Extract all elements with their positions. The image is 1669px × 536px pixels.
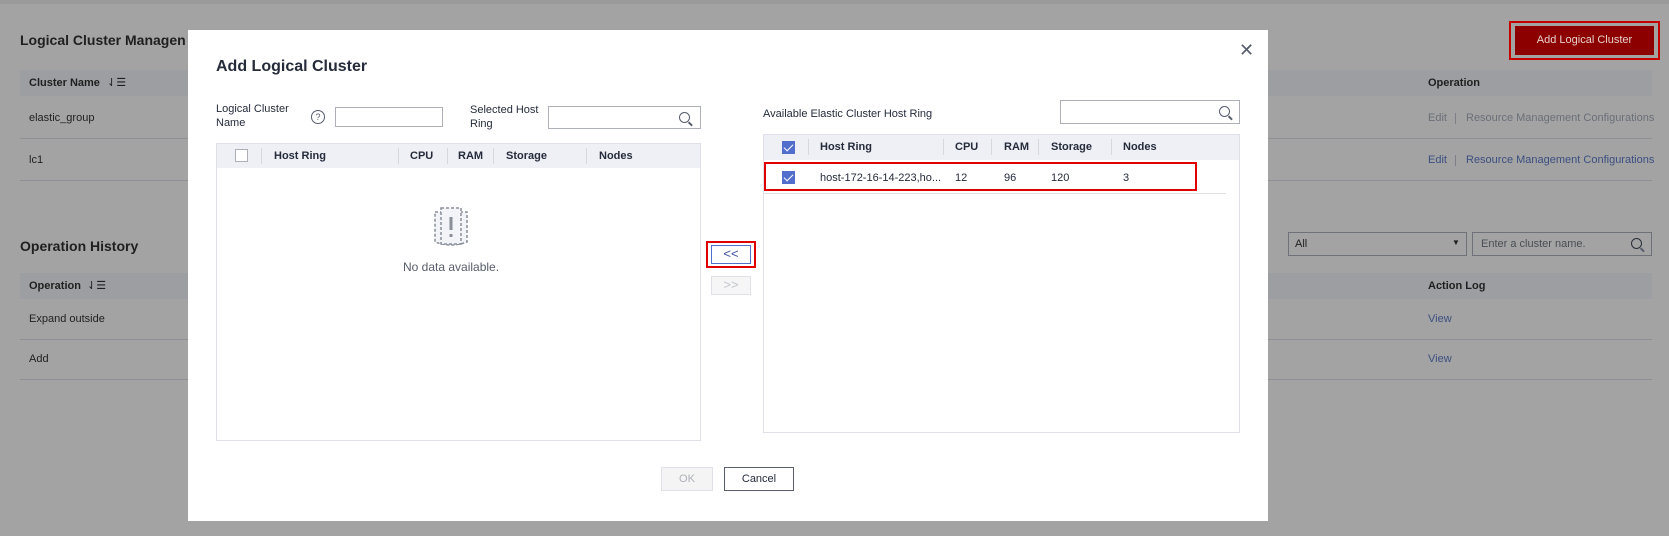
filter-select-value: All bbox=[1295, 238, 1308, 250]
add-logical-cluster-dialog: Add Logical Cluster ✕ Logical Cluster Na… bbox=[188, 30, 1268, 521]
ram-cell: 96 bbox=[1004, 172, 1017, 184]
sort-icon[interactable]: ⇃☰ bbox=[87, 279, 106, 292]
move-left-button[interactable]: << bbox=[711, 245, 751, 264]
operation-cell: Add bbox=[29, 353, 49, 365]
header-separator bbox=[808, 139, 809, 155]
view-link[interactable]: View bbox=[1428, 313, 1452, 325]
table-header: Host Ring CPU RAM Storage Nodes bbox=[217, 144, 700, 168]
search-icon[interactable] bbox=[679, 112, 690, 123]
col-operation: Operation bbox=[1428, 77, 1480, 89]
header-separator bbox=[447, 148, 448, 164]
cluster-name-search-input[interactable]: Enter a cluster name. bbox=[1472, 232, 1652, 256]
empty-state-text: No data available. bbox=[403, 260, 500, 274]
selected-host-ring-table: Host Ring CPU RAM Storage Nodes No data … bbox=[216, 143, 701, 441]
host-ring-cell: host-172-16-14-223,ho... bbox=[820, 172, 942, 184]
edit-link[interactable]: Edit bbox=[1428, 154, 1447, 166]
col-action-log: Action Log bbox=[1428, 280, 1486, 292]
dialog-title: Add Logical Cluster bbox=[216, 58, 368, 75]
header-separator bbox=[586, 148, 587, 164]
select-all-checkbox[interactable] bbox=[782, 141, 795, 154]
label-line: Logical Cluster bbox=[216, 103, 289, 115]
cluster-name-cell: lc1 bbox=[29, 154, 44, 166]
header-separator bbox=[493, 148, 494, 164]
col-nodes: Nodes bbox=[599, 150, 633, 162]
col-cpu: CPU bbox=[410, 150, 434, 162]
link-separator bbox=[1455, 113, 1456, 124]
cancel-button[interactable]: Cancel bbox=[724, 467, 794, 491]
col-ram: RAM bbox=[458, 150, 484, 162]
no-data-icon bbox=[434, 207, 468, 246]
header-separator bbox=[943, 139, 944, 155]
nodes-cell: 3 bbox=[1123, 172, 1130, 184]
sort-icon[interactable]: ⇃☰ bbox=[107, 76, 126, 89]
selected-host-ring-label: Selected Host Ring bbox=[470, 103, 538, 131]
label-line: Selected Host bbox=[470, 104, 539, 116]
header-separator bbox=[1038, 139, 1039, 155]
storage-cell: 120 bbox=[1051, 172, 1070, 184]
col-host-ring: Host Ring bbox=[820, 141, 872, 153]
logical-cluster-name-label: Logical Cluster Name bbox=[216, 102, 289, 130]
header-separator bbox=[398, 148, 399, 164]
section-title-logical-cluster: Logical Cluster Managen bbox=[20, 32, 186, 48]
label-line: Ring bbox=[470, 118, 493, 130]
available-host-ring-search-input[interactable] bbox=[1060, 100, 1240, 124]
link-separator bbox=[1455, 155, 1456, 166]
available-host-ring-table: Host Ring CPU RAM Storage Nodes host-172… bbox=[763, 134, 1240, 433]
available-host-ring-label: Available Elastic Cluster Host Ring bbox=[763, 108, 933, 120]
col-storage: Storage bbox=[1051, 141, 1092, 153]
selected-host-ring-search-input[interactable] bbox=[548, 106, 701, 129]
close-icon[interactable]: ✕ bbox=[1239, 41, 1254, 59]
col-storage: Storage bbox=[506, 150, 547, 162]
edit-link[interactable]: Edit bbox=[1428, 112, 1447, 124]
col-nodes: Nodes bbox=[1123, 141, 1157, 153]
table-header: Host Ring CPU RAM Storage Nodes bbox=[764, 135, 1239, 160]
col-cluster-name[interactable]: Cluster Name bbox=[29, 77, 100, 89]
col-cpu: CPU bbox=[955, 141, 979, 153]
ok-button[interactable]: OK bbox=[661, 467, 713, 491]
header-separator bbox=[1111, 139, 1112, 155]
resource-config-link[interactable]: Resource Management Configurations bbox=[1466, 112, 1654, 124]
operation-filter-select[interactable]: All ▼ bbox=[1288, 232, 1467, 256]
header-separator bbox=[261, 148, 262, 164]
cpu-cell: 12 bbox=[955, 172, 968, 184]
col-ram: RAM bbox=[1004, 141, 1030, 153]
top-bar bbox=[0, 0, 1669, 4]
move-right-button[interactable]: >> bbox=[711, 276, 751, 295]
search-icon[interactable] bbox=[1631, 238, 1642, 249]
operation-cell: Expand outside bbox=[29, 313, 105, 325]
label-line: Name bbox=[216, 117, 246, 129]
help-icon[interactable]: ? bbox=[311, 110, 325, 124]
cluster-name-cell: elastic_group bbox=[29, 112, 95, 124]
col-operation-history[interactable]: Operation bbox=[29, 280, 81, 292]
add-logical-cluster-button[interactable]: Add Logical Cluster bbox=[1515, 26, 1654, 55]
row-divider bbox=[764, 193, 1226, 194]
select-all-checkbox[interactable] bbox=[235, 149, 248, 162]
section-title-operation-history: Operation History bbox=[20, 238, 139, 254]
resource-config-link[interactable]: Resource Management Configurations bbox=[1466, 154, 1654, 166]
col-host-ring: Host Ring bbox=[274, 150, 326, 162]
row-checkbox[interactable] bbox=[782, 171, 795, 184]
chevron-down-icon: ▼ bbox=[1452, 238, 1460, 247]
add-logical-cluster-highlight: Add Logical Cluster bbox=[1509, 21, 1660, 60]
view-link[interactable]: View bbox=[1428, 353, 1452, 365]
search-placeholder: Enter a cluster name. bbox=[1481, 238, 1586, 250]
header-separator bbox=[991, 139, 992, 155]
logical-cluster-name-input[interactable] bbox=[335, 107, 443, 127]
search-icon[interactable] bbox=[1219, 106, 1230, 117]
